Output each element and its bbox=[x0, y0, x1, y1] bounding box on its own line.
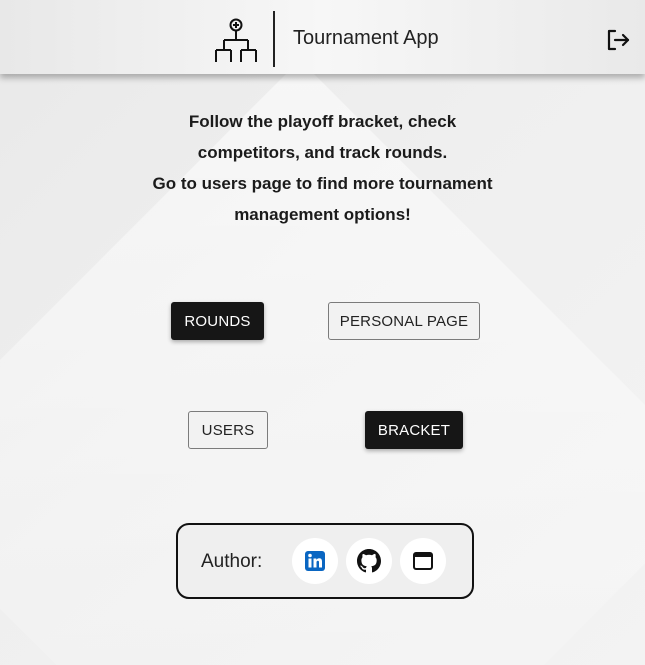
users-button[interactable]: USERS bbox=[188, 411, 268, 449]
app-header: Tournament App bbox=[0, 0, 645, 74]
page: Tournament App Follow the playoff bracke… bbox=[0, 0, 645, 665]
rounds-button[interactable]: ROUNDS bbox=[171, 302, 264, 340]
author-box: Author: bbox=[176, 523, 474, 599]
github-icon bbox=[357, 549, 381, 573]
intro-line: management options! bbox=[234, 205, 411, 224]
linkedin-icon bbox=[305, 551, 325, 571]
github-link[interactable] bbox=[346, 538, 392, 584]
linkedin-link[interactable] bbox=[292, 538, 338, 584]
intro-line: Go to users page to find more tournament bbox=[152, 174, 493, 193]
bracket-icon bbox=[215, 18, 257, 62]
intro-line: competitors, and track rounds. bbox=[197, 143, 448, 162]
bracket-button[interactable]: BRACKET bbox=[365, 411, 463, 449]
app-title: Tournament App bbox=[293, 27, 439, 49]
intro-line: Follow the playoff bracket, check bbox=[188, 112, 457, 131]
header-divider bbox=[273, 11, 275, 67]
logout-icon[interactable] bbox=[605, 27, 631, 53]
author-label: Author: bbox=[201, 551, 263, 572]
personal-page-button[interactable]: PERSONAL PAGE bbox=[328, 302, 480, 340]
window-icon bbox=[413, 552, 433, 570]
website-link[interactable] bbox=[400, 538, 446, 584]
intro-text: Follow the playoff bracket, check compet… bbox=[0, 106, 645, 230]
